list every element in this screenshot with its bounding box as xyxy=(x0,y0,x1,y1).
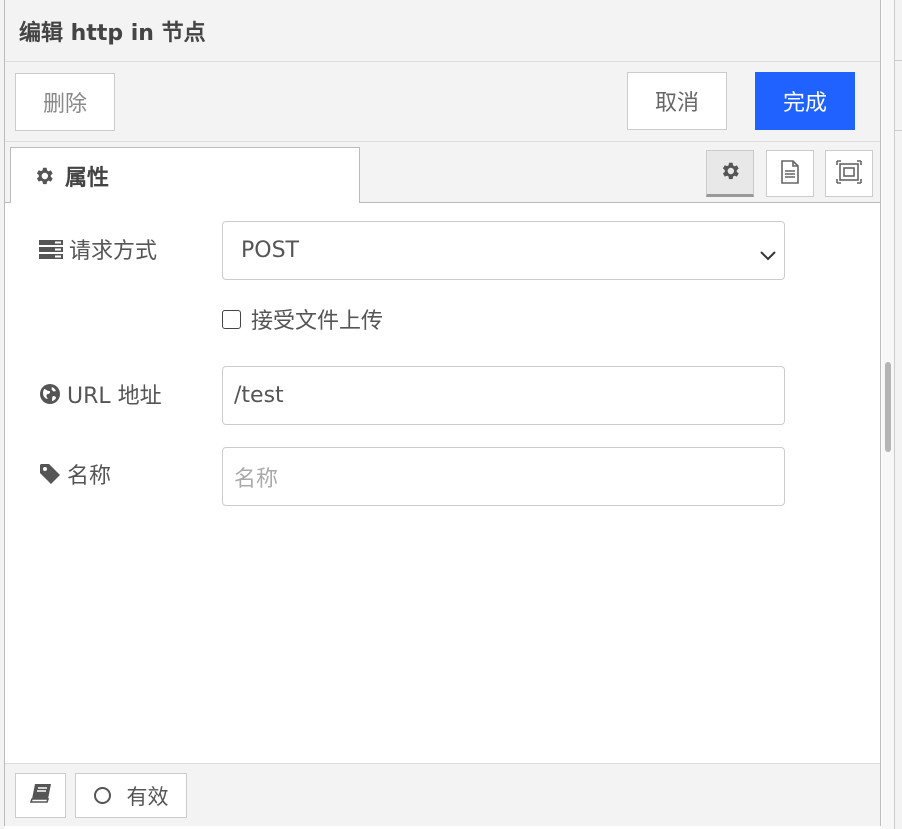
right-panel-edge xyxy=(882,0,902,829)
upload-label: 接受文件上传 xyxy=(251,309,384,334)
dialog-toolbar: 删除 取消 完成 xyxy=(5,62,880,142)
frame-icon xyxy=(836,159,862,188)
globe-icon xyxy=(39,383,61,405)
divider xyxy=(894,130,902,131)
scrollbar-thumb[interactable] xyxy=(885,362,891,452)
tasks-icon xyxy=(39,239,63,259)
name-placeholder: 名称 xyxy=(234,466,279,492)
chevron-down-icon xyxy=(760,242,776,267)
dialog-header: 编辑 http in 节点 xyxy=(5,0,880,62)
method-row-label: 请求方式 xyxy=(39,233,157,265)
dialog-footer: 有效 xyxy=(5,763,880,826)
right-strip xyxy=(894,0,902,829)
url-input[interactable]: /test xyxy=(222,366,785,425)
tabs-row: 属性 xyxy=(5,142,880,204)
name-row-label: 名称 xyxy=(39,458,111,490)
upload-option[interactable]: 接受文件上传 xyxy=(222,303,383,335)
method-value: POST xyxy=(241,238,299,263)
url-row-label: URL 地址 xyxy=(39,378,162,410)
upload-checkbox[interactable] xyxy=(222,309,241,329)
document-icon xyxy=(779,159,801,188)
circle-icon xyxy=(93,787,111,804)
done-button[interactable]: 完成 xyxy=(755,72,855,130)
name-input[interactable]: 名称 xyxy=(222,447,785,506)
tab-properties-label: 属性 xyxy=(65,166,110,191)
divider xyxy=(894,60,902,61)
enabled-label: 有效 xyxy=(126,784,169,809)
tab-properties[interactable]: 属性 xyxy=(10,147,360,204)
gear-icon xyxy=(719,160,741,186)
properties-form: 请求方式 POST 接受文件上传 URL 地址 /test 名称 名称 xyxy=(5,203,880,763)
url-value: /test xyxy=(234,383,284,408)
book-icon xyxy=(29,783,52,808)
url-label: URL 地址 xyxy=(67,384,162,409)
appearance-tab-button[interactable] xyxy=(825,150,873,197)
scrollbar[interactable] xyxy=(882,0,894,829)
settings-tab-button[interactable] xyxy=(706,150,754,197)
dialog-title: 编辑 http in 节点 xyxy=(19,20,206,46)
cancel-button[interactable]: 取消 xyxy=(627,72,727,130)
description-tab-button[interactable] xyxy=(766,150,814,197)
enabled-toggle-button[interactable]: 有效 xyxy=(75,773,187,818)
name-label: 名称 xyxy=(67,464,112,489)
method-label: 请求方式 xyxy=(69,239,158,264)
gear-icon xyxy=(33,165,55,187)
delete-button[interactable]: 删除 xyxy=(15,73,115,131)
edit-dialog: 编辑 http in 节点 删除 取消 完成 属性 请求方式 POST 接受文件… xyxy=(4,0,881,826)
help-button[interactable] xyxy=(15,773,66,818)
tag-icon xyxy=(39,463,61,485)
method-select[interactable]: POST xyxy=(222,221,785,280)
